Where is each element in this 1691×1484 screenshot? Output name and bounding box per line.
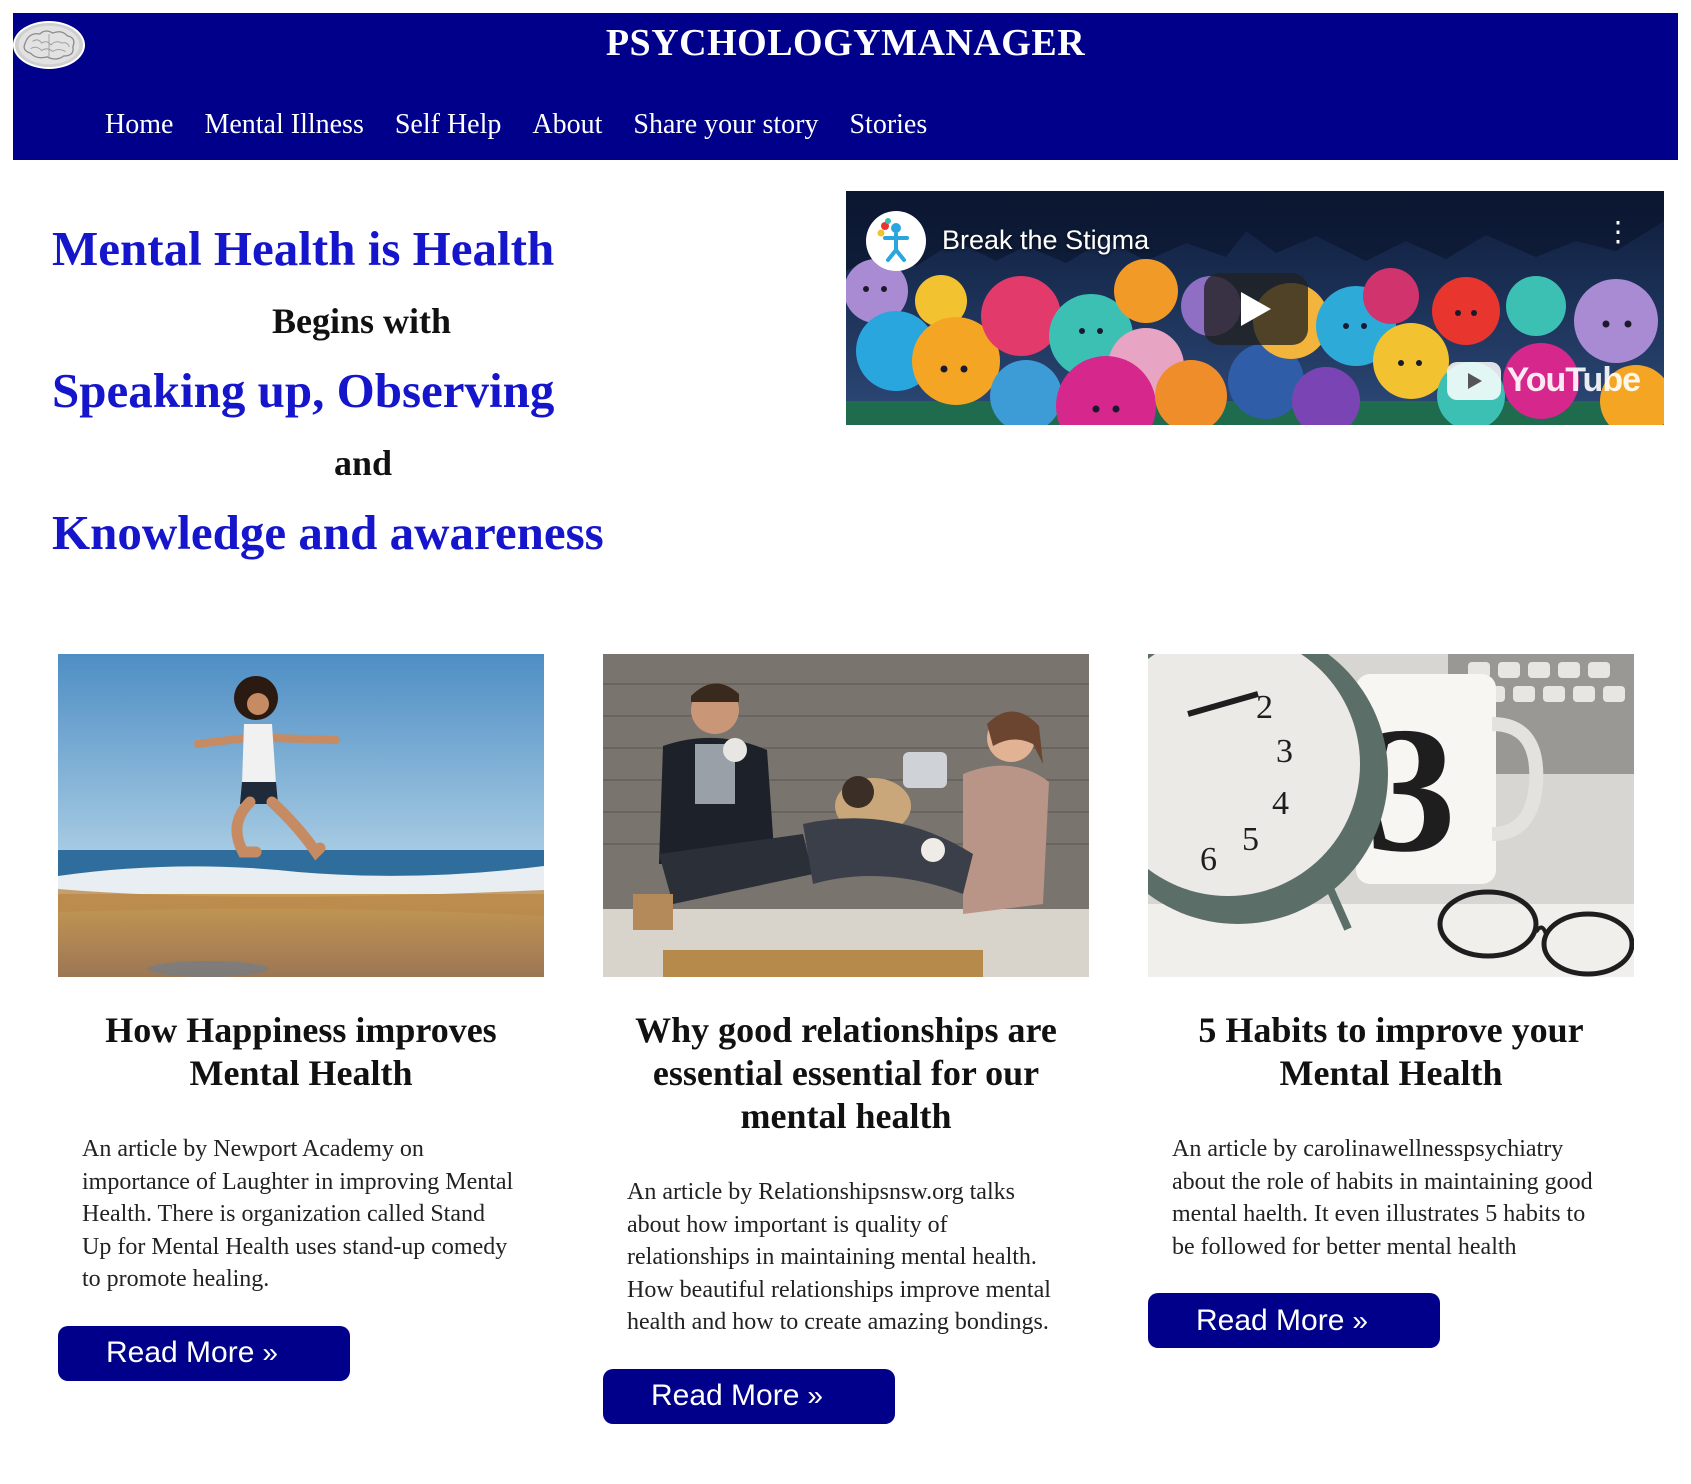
hero-subheading-2: and	[334, 443, 393, 483]
hero-heading-3: Knowledge and awareness	[52, 505, 604, 560]
channel-avatar-icon[interactable]	[866, 211, 926, 271]
article-title[interactable]: Why good relationships are essential ess…	[603, 1009, 1089, 1138]
nav-item-self-help[interactable]: Self Help	[395, 109, 502, 141]
article-image-beach-jump	[58, 654, 544, 977]
more-options-icon[interactable]: ⋮	[1604, 218, 1632, 246]
nav-item-stories[interactable]: Stories	[849, 109, 927, 141]
video-embed[interactable]: Break the Stigma ⋮ YouTube	[846, 191, 1664, 425]
hero-heading-2: Speaking up, Observing	[52, 363, 555, 418]
hero-heading-1: Mental Health is Health	[52, 221, 555, 276]
article-title[interactable]: 5 Habits to improve your Mental Health	[1148, 1009, 1634, 1095]
article-description: An article by Newport Academy on importa…	[82, 1136, 514, 1292]
nav-item-share-your-story[interactable]: Share your story	[633, 109, 818, 141]
svg-text:5: 5	[1242, 821, 1259, 858]
article-description: An article by Relationshipsnsw.org talks…	[627, 1179, 1051, 1335]
nav-item-about[interactable]: About	[532, 109, 602, 141]
site-title: PSYCHOLOGYMANAGER	[605, 22, 1086, 64]
article-image-clock: 3 23 456	[1148, 654, 1634, 977]
nav-item-home[interactable]: Home	[105, 109, 173, 141]
nav-item-mental-illness[interactable]: Mental Illness	[204, 109, 363, 141]
video-title[interactable]: Break the Stigma	[942, 225, 1149, 256]
article-title[interactable]: How Happiness improves Mental Health	[58, 1009, 544, 1095]
article-description: An article by carolinawellnesspsychiatry…	[1172, 1136, 1593, 1260]
play-button[interactable]	[1204, 273, 1308, 345]
article-image-couple	[603, 654, 1089, 977]
read-more-label: Read More	[651, 1379, 800, 1412]
read-more-label: Read More	[1196, 1303, 1345, 1337]
svg-text:3: 3	[1276, 733, 1293, 770]
read-more-button[interactable]: Read More »	[603, 1368, 895, 1424]
read-more-label: Read More	[106, 1336, 255, 1369]
main-nav: Home Mental Illness Self Help About Shar…	[105, 109, 958, 141]
svg-text:4: 4	[1272, 785, 1289, 822]
youtube-logo[interactable]: YouTube	[1446, 361, 1641, 400]
youtube-wordmark: YouTube	[1506, 361, 1641, 399]
double-chevron-right-icon: »	[1352, 1304, 1367, 1336]
svg-text:2: 2	[1256, 689, 1273, 726]
double-chevron-right-icon: »	[262, 1337, 277, 1368]
article-card: Why good relationships are essential ess…	[603, 654, 1089, 1424]
article-card: 3 23 456 5 Habits to improve your Mental…	[1148, 654, 1634, 1348]
double-chevron-right-icon: »	[807, 1380, 822, 1411]
youtube-icon	[1446, 361, 1501, 400]
svg-text:6: 6	[1200, 841, 1217, 878]
hero-subheading-1: Begins with	[272, 301, 452, 341]
read-more-button[interactable]: Read More »	[1148, 1293, 1440, 1348]
article-card: How Happiness improves Mental Health An …	[58, 654, 544, 1381]
read-more-button[interactable]: Read More »	[58, 1325, 350, 1381]
site-header: PSYCHOLOGYMANAGER Home Mental Illness Se…	[13, 13, 1678, 160]
play-icon	[1241, 292, 1271, 326]
